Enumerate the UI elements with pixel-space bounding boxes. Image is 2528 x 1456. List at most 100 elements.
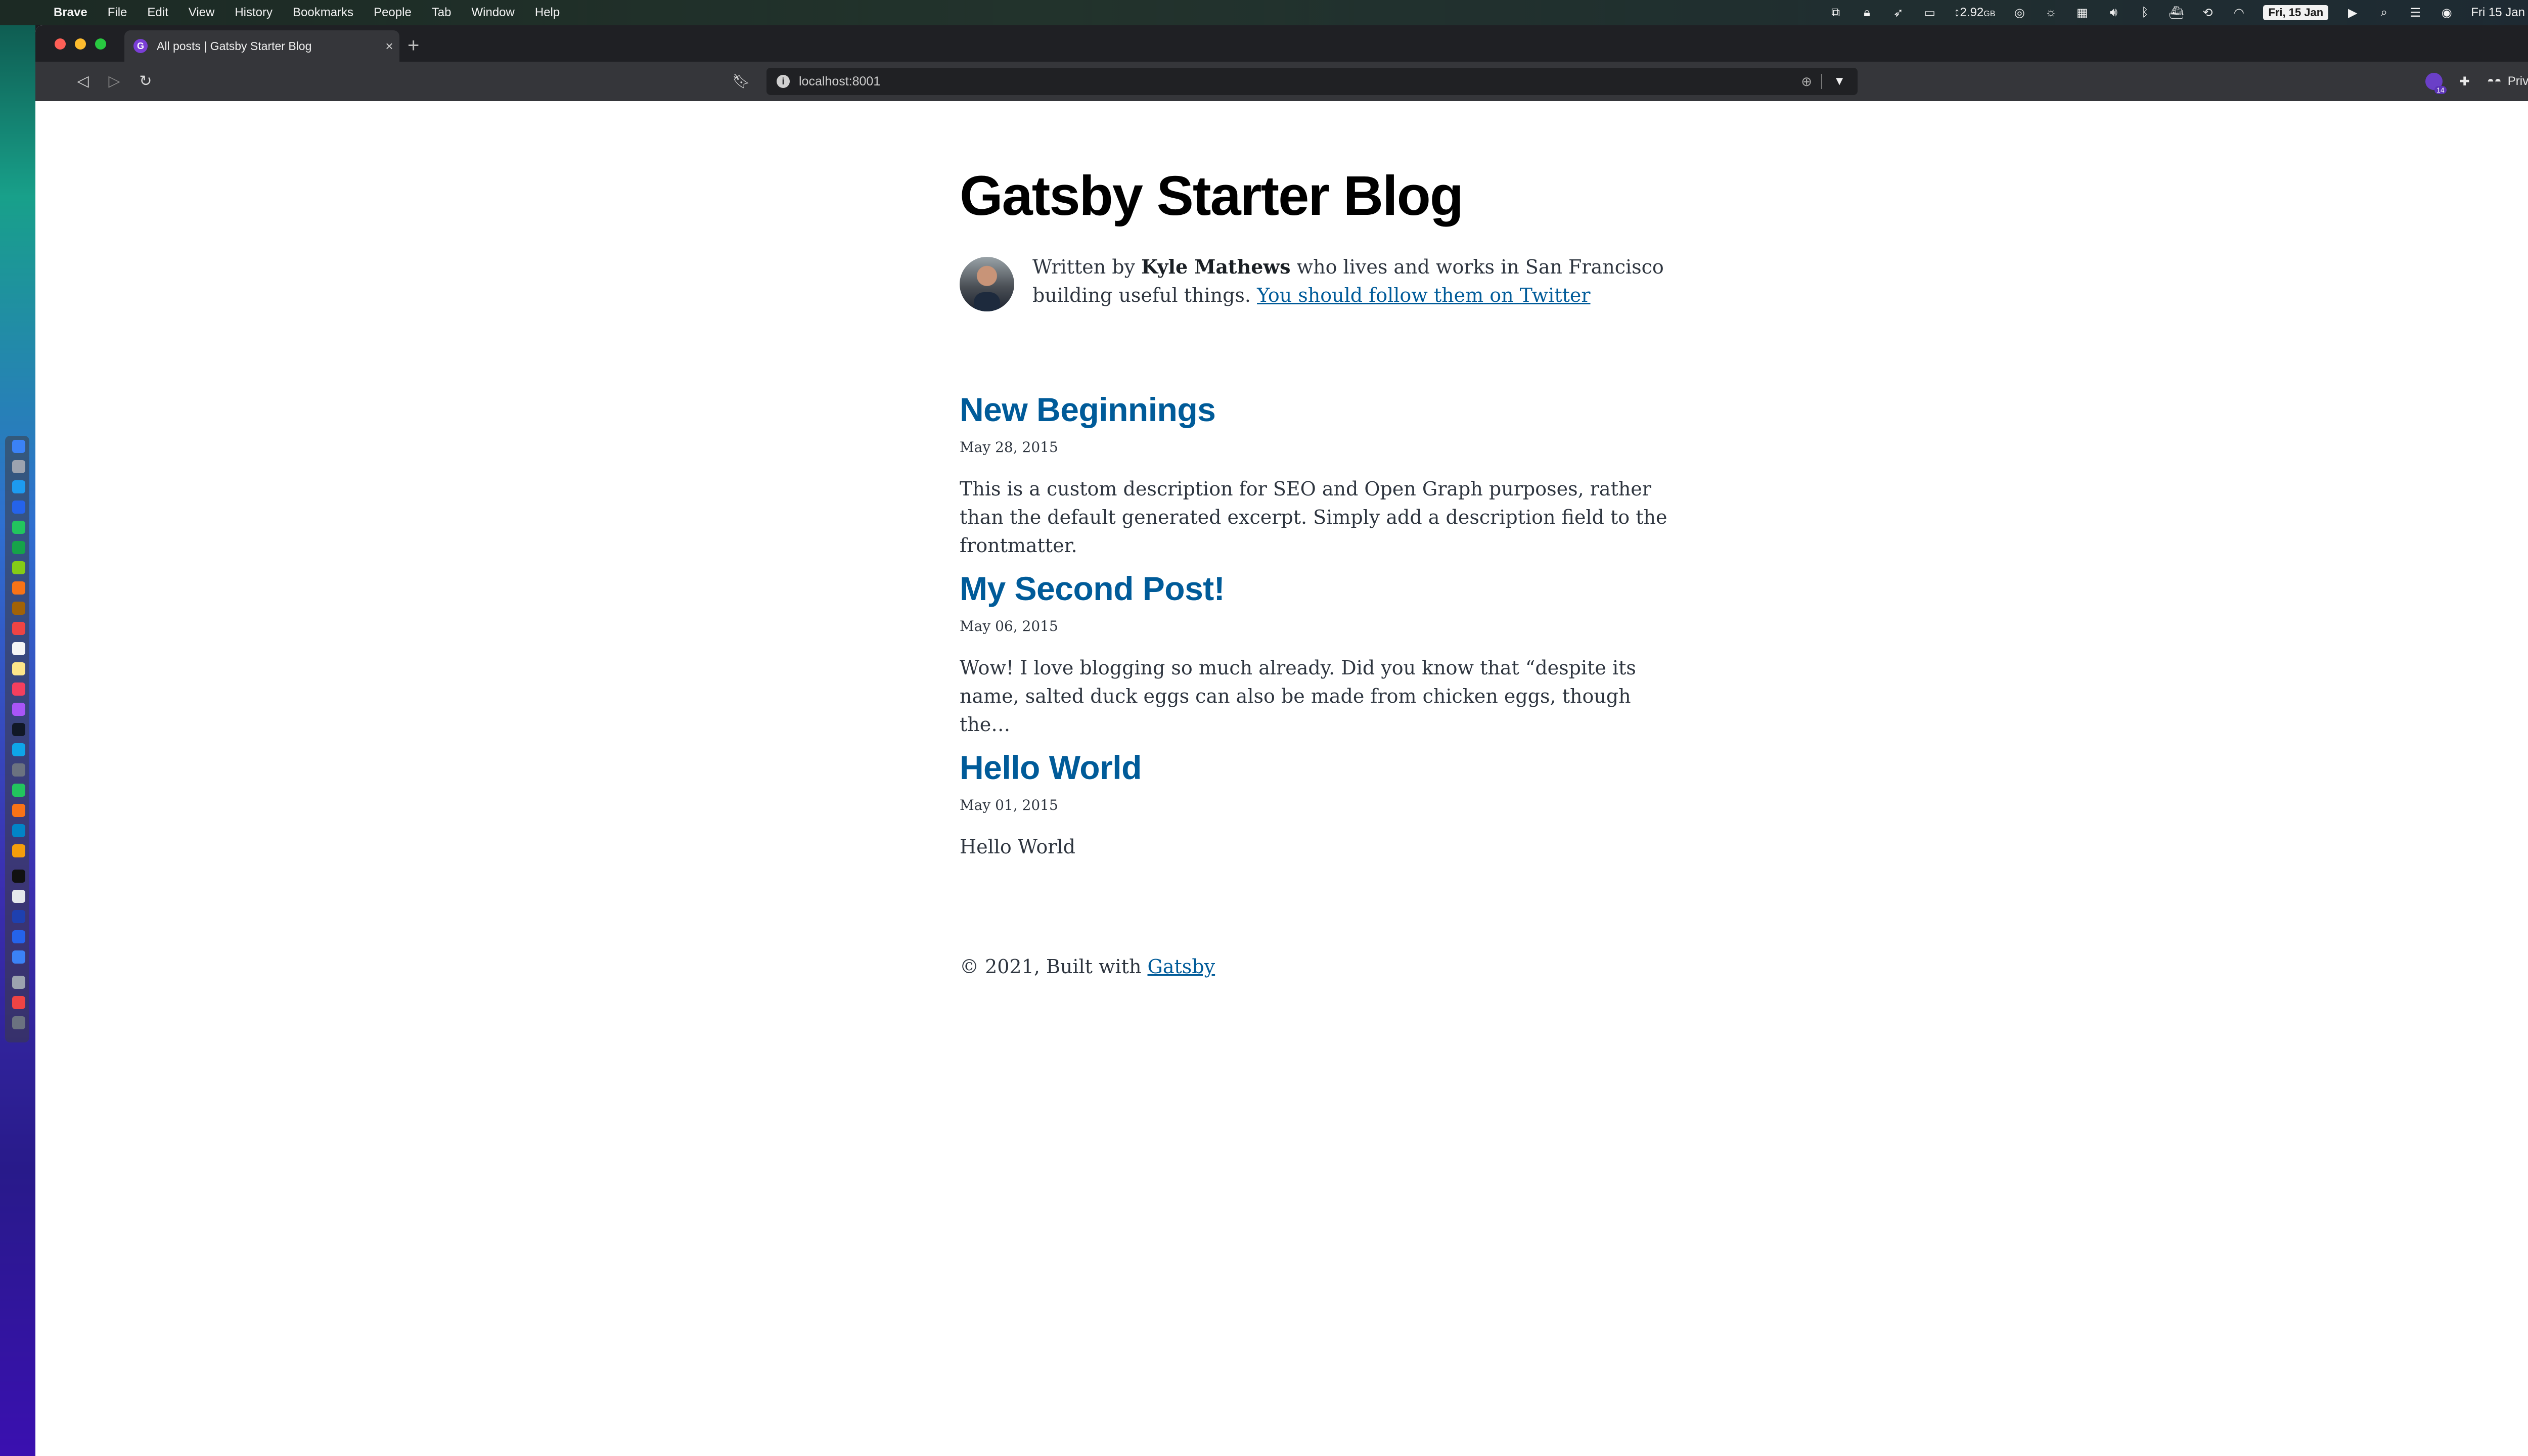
menu-view[interactable]: View — [189, 6, 215, 20]
docker-icon[interactable]: ⛴ — [2169, 6, 2184, 20]
maps-icon[interactable] — [12, 561, 25, 574]
spotlight-icon[interactable]: ⌕ — [2377, 6, 2391, 20]
post-title-link[interactable]: New Beginnings — [960, 390, 1667, 429]
terminal-icon[interactable] — [12, 870, 25, 883]
play-icon[interactable]: ▶ — [2345, 6, 2360, 20]
close-window-button[interactable] — [55, 38, 66, 50]
siri-icon[interactable]: ◉ — [2440, 6, 2454, 20]
menu-window[interactable]: Window — [472, 6, 515, 20]
menu-people[interactable]: People — [374, 6, 412, 20]
tab-close-icon[interactable]: × — [379, 38, 399, 54]
vscode-icon[interactable] — [12, 824, 25, 837]
xcode-icon[interactable] — [12, 910, 25, 923]
activity-icon[interactable]: ◎ — [2012, 6, 2026, 20]
trash-icon[interactable] — [12, 1016, 25, 1029]
menu-app-name[interactable]: Brave — [54, 6, 87, 20]
folder-icon[interactable] — [12, 950, 25, 964]
forward-button[interactable]: ▷ — [104, 71, 124, 91]
display-icon[interactable]: ▭ — [1923, 6, 1937, 20]
menu-history[interactable]: History — [235, 6, 273, 20]
brave-icon[interactable] — [12, 804, 25, 817]
rocket-icon[interactable]: ➶ — [1891, 6, 1906, 20]
memory-unit: GB — [1983, 10, 1996, 18]
tab-active[interactable]: G All posts | Gatsby Starter Blog × — [124, 30, 399, 62]
post-date: May 06, 2015 — [960, 618, 1058, 634]
clock[interactable]: Fri 15 Jan 7:20 PM — [2471, 6, 2528, 20]
time-machine-icon[interactable]: ⟲ — [2200, 6, 2215, 20]
author-name: Kyle Mathews — [1141, 255, 1291, 278]
mail-icon[interactable] — [12, 500, 25, 514]
extensions-puzzle-icon[interactable]: ✚ — [2460, 74, 2470, 89]
layout-icon[interactable]: ▦ — [2075, 6, 2089, 20]
volume-icon[interactable]: 🔊︎ — [2106, 6, 2120, 20]
photos-icon[interactable] — [12, 581, 25, 595]
author-avatar — [960, 257, 1014, 311]
url-text[interactable]: localhost:8001 — [799, 74, 880, 89]
calendar-icon[interactable] — [12, 622, 25, 635]
new-tab-button[interactable]: + — [408, 35, 419, 56]
sublime-icon[interactable] — [12, 844, 25, 857]
web-page: Gatsby Starter Blog Written by Kyle Math… — [35, 101, 2528, 1456]
bookmark-icon[interactable]: 🔖︎ — [731, 71, 751, 91]
browser-toolbar: ◁ ▷ ↻ 🔖︎ i localhost:8001 ⊕ ▼ 14 ✚ ◓◓ Pr… — [35, 62, 2528, 101]
private-window-indicator[interactable]: ◓◓ Private — [2487, 74, 2528, 88]
gatsby-link[interactable]: Gatsby — [1148, 956, 1215, 978]
post-description: This is a custom description for SEO and… — [960, 478, 1667, 557]
contacts-icon[interactable] — [12, 602, 25, 615]
brave-shield-icon[interactable]: ▼ — [1833, 74, 1845, 88]
post-date: May 28, 2015 — [960, 439, 1058, 456]
textedit-icon[interactable] — [12, 890, 25, 903]
site-title[interactable]: Gatsby Starter Blog — [960, 164, 1464, 228]
footer-text: © 2021, Built with — [960, 956, 1148, 978]
url-divider — [1821, 74, 1822, 89]
launchpad-icon[interactable] — [12, 460, 25, 473]
spotify-icon[interactable] — [12, 784, 25, 797]
post-date: May 01, 2015 — [960, 797, 1058, 813]
post-item: New Beginnings May 28, 2015 This is a cu… — [960, 390, 1667, 560]
twitter-link[interactable]: You should follow them on Twitter — [1257, 284, 1590, 306]
safari-icon[interactable] — [12, 480, 25, 493]
reminders-icon[interactable] — [12, 642, 25, 655]
menu-bookmarks[interactable]: Bookmarks — [293, 6, 353, 20]
finder-icon[interactable] — [12, 440, 25, 453]
date-badge[interactable]: Fri, 15 Jan — [2263, 5, 2329, 20]
menu-file[interactable]: File — [108, 6, 127, 20]
menu-help[interactable]: Help — [535, 6, 560, 20]
messages-icon[interactable] — [12, 541, 25, 554]
music-icon[interactable] — [12, 682, 25, 696]
podcasts-icon[interactable] — [12, 703, 25, 716]
bluetooth-icon[interactable]: ᛒ — [2138, 6, 2152, 20]
reload-button[interactable]: ↻ — [136, 71, 156, 91]
facetime-icon[interactable] — [12, 521, 25, 534]
menu-tab[interactable]: Tab — [432, 6, 452, 20]
minimize-window-button[interactable] — [75, 38, 86, 50]
private-glasses-icon: ◓◓ — [2487, 74, 2502, 88]
control-center-icon[interactable]: ☰ — [2408, 6, 2422, 20]
menu-edit[interactable]: Edit — [147, 6, 168, 20]
brightness-icon[interactable]: ☼ — [2044, 6, 2058, 20]
lock-icon[interactable]: 🔒︎ — [1860, 6, 1874, 20]
back-button[interactable]: ◁ — [73, 71, 93, 91]
tv-icon[interactable] — [12, 723, 25, 736]
post-title-link[interactable]: My Second Post! — [960, 569, 1667, 608]
downloads-icon[interactable] — [12, 976, 25, 989]
bio-text: Written by Kyle Mathews who lives and wo… — [1032, 253, 1667, 309]
maximize-window-button[interactable] — [95, 38, 106, 50]
site-info-icon[interactable]: i — [777, 75, 790, 88]
screen-mirror-icon[interactable]: ⧉ — [1829, 6, 1843, 20]
notes-icon[interactable] — [12, 662, 25, 675]
wifi-icon[interactable]: ◠ — [2232, 6, 2246, 20]
menu-bar: Brave File Edit View History Bookmarks P… — [0, 0, 2528, 25]
app-store-icon[interactable] — [12, 743, 25, 756]
post-title-link[interactable]: Hello World — [960, 748, 1667, 787]
extension-badge-count: 14 — [2434, 86, 2447, 94]
preview-icon[interactable] — [12, 996, 25, 1009]
memory-readout[interactable]: ↕2.92GB — [1954, 6, 1996, 20]
docker-app-icon[interactable] — [12, 930, 25, 943]
extension-icon[interactable]: 14 — [2425, 73, 2447, 94]
address-bar[interactable]: i localhost:8001 ⊕ ▼ — [766, 68, 1858, 95]
page-footer: © 2021, Built with Gatsby — [960, 956, 1215, 978]
zoom-icon[interactable]: ⊕ — [1801, 74, 1812, 89]
dock — [5, 436, 29, 1042]
system-preferences-icon[interactable] — [12, 763, 25, 777]
